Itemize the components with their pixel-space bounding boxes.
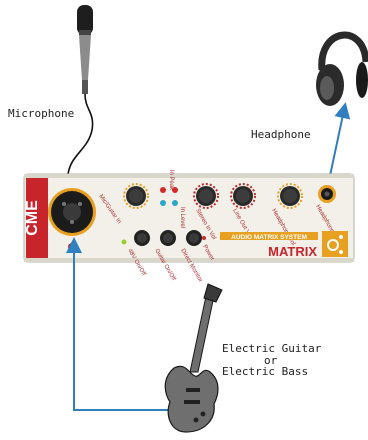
headphone-icon xyxy=(316,31,368,106)
button-guitar[interactable] xyxy=(160,230,176,246)
microphone-icon xyxy=(77,5,93,94)
button-direct-monitor[interactable] xyxy=(186,230,202,246)
brand-mark-icon xyxy=(322,231,348,257)
headphone-label: Headphone xyxy=(251,128,311,141)
electric-guitar-icon xyxy=(164,283,223,433)
button-48v[interactable] xyxy=(134,230,150,246)
connection-diagram: CME Mic/Guitar In Stereo In Vol Line Out… xyxy=(23,5,368,433)
device-name: MATRIX xyxy=(268,244,317,259)
led-label-level: In Level xyxy=(179,207,185,228)
headphone-jack[interactable] xyxy=(318,185,336,203)
led-label-peak: In Peak xyxy=(168,170,174,191)
microphone-label: Microphone xyxy=(8,107,75,120)
device-subtitle: AUDIO MATRIX SYSTEM xyxy=(231,234,307,241)
led-48v xyxy=(121,239,127,245)
power-led xyxy=(202,236,206,240)
guitar-label-line3: Electric Bass xyxy=(222,365,309,378)
logo-text: CME xyxy=(24,200,41,236)
